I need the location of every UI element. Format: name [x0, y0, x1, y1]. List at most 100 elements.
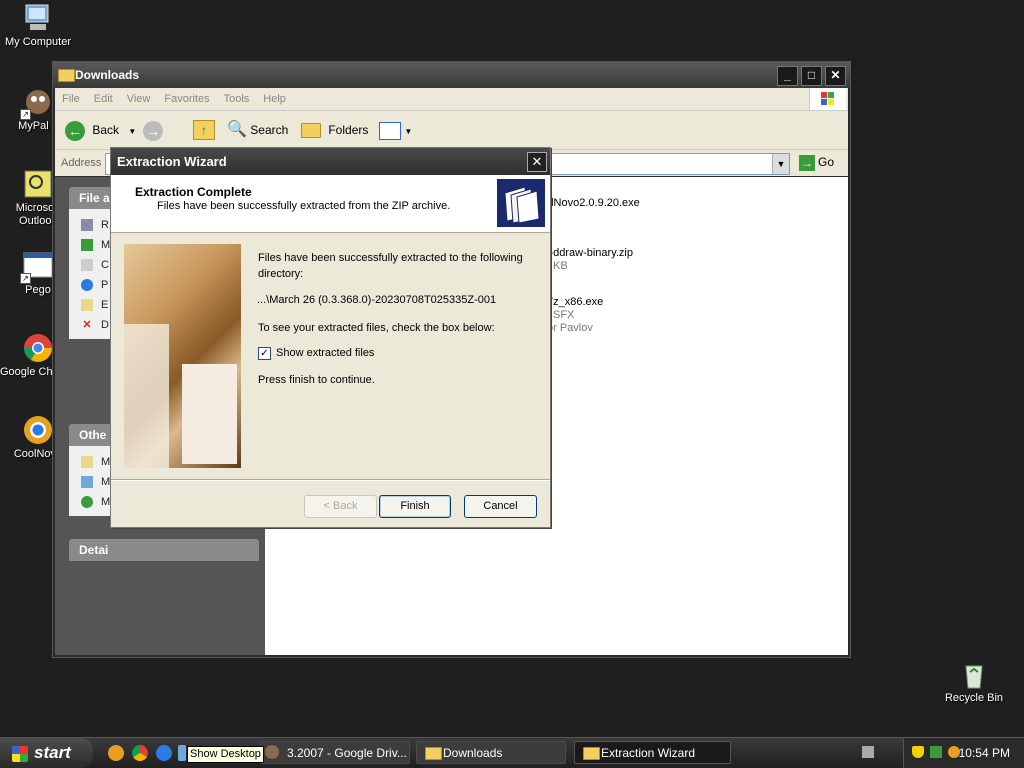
wizard-side-image: [124, 244, 241, 468]
desktop-icon-label: Recycle Bin: [944, 692, 1004, 704]
menu-file[interactable]: File: [55, 88, 87, 105]
windows-flag-icon: [12, 745, 28, 762]
address-dropdown-icon[interactable]: ▼: [772, 154, 789, 174]
chrome-icon: [22, 332, 54, 364]
explorer-title-bar[interactable]: Downloads _ □ ✕: [53, 62, 850, 88]
checkbox-label: Show extracted files: [276, 347, 375, 359]
folders-label: Folders: [328, 123, 369, 137]
outlook-icon: [22, 168, 54, 200]
menu-tools[interactable]: Tools: [217, 88, 257, 105]
desktop-icon-my-computer[interactable]: My Computer: [0, 2, 76, 49]
desktop-icon-label: My Computer: [4, 36, 72, 48]
go-button[interactable]: → Go: [798, 155, 834, 171]
folder-icon: [81, 456, 93, 469]
network-icon[interactable]: [930, 746, 942, 758]
folder-icon: [583, 747, 600, 760]
windows-logo-icon: [809, 88, 846, 110]
back-label: Back: [92, 123, 120, 137]
show-desktop-icon[interactable]: [178, 745, 186, 761]
extraction-wizard-dialog: Extraction Wizard ✕ Extraction Complete …: [110, 147, 551, 528]
task-label: 3.2007 - Google Driv...: [287, 746, 407, 760]
task-label: Extraction Wizard: [601, 746, 696, 760]
menu-bar: File Edit View Favorites Tools Help: [55, 88, 848, 111]
zip-folder-icon: [497, 179, 545, 227]
mypal-icon: [265, 745, 279, 759]
search-icon: 🔍: [227, 121, 247, 138]
up-folder-icon: ↑: [193, 120, 215, 140]
checkbox-checked-icon[interactable]: ✓: [258, 346, 271, 360]
clock[interactable]: 10:54 PM: [959, 746, 1010, 760]
desktop-icon-recycle-bin[interactable]: Recycle Bin: [936, 658, 1012, 705]
cancel-button[interactable]: Cancel: [464, 495, 537, 518]
chrome-quicklaunch-icon[interactable]: [132, 745, 148, 761]
file-name: olNovo2.0.9.20.exe: [545, 197, 640, 209]
folders-button[interactable]: Folders: [301, 119, 368, 141]
back-button[interactable]: < Back: [304, 495, 377, 518]
my-computer-icon: [22, 2, 54, 34]
go-label: Go: [817, 155, 834, 170]
maximize-button[interactable]: □: [801, 66, 822, 86]
file-name: l-ddraw-binary.zip: [547, 247, 633, 259]
file-size: KB: [553, 260, 568, 272]
finish-button[interactable]: Finish: [379, 495, 451, 518]
show-extracted-files-checkbox[interactable]: ✓ Show extracted files: [258, 345, 374, 361]
file-type: SFX: [553, 309, 575, 321]
start-button[interactable]: start: [0, 738, 93, 768]
taskbar-item-google-drive[interactable]: 3.2007 - Google Driv...: [260, 741, 410, 764]
show-desktop-tooltip: Show Desktop: [187, 746, 264, 763]
explorer-title: Downloads: [75, 68, 140, 82]
wizard-separator: [111, 479, 550, 481]
menu-view[interactable]: View: [120, 88, 158, 105]
menu-edit[interactable]: Edit: [87, 88, 120, 105]
internet-explorer-icon[interactable]: [156, 745, 172, 761]
back-button[interactable]: ← Back ▼: [65, 119, 136, 141]
toolbar: ← Back ▼ → ↑ 🔍 Search Folders ▼: [55, 111, 848, 150]
forward-arrow-icon: →: [143, 120, 163, 141]
file-company: or Pavlov: [547, 322, 593, 334]
go-arrow-icon: →: [798, 155, 815, 171]
details-header[interactable]: Detai: [69, 539, 259, 561]
close-button[interactable]: ✕: [825, 66, 846, 86]
taskbar-item-downloads[interactable]: Downloads: [416, 741, 566, 764]
file-name: 7z_x86.exe: [547, 296, 604, 308]
chevron-down-icon: ▼: [404, 127, 413, 136]
copy-icon: [81, 259, 93, 272]
up-folder-button[interactable]: ↑: [193, 119, 215, 141]
network-icon: [81, 496, 93, 509]
menu-help[interactable]: Help: [256, 88, 293, 105]
keyboard-icon[interactable]: [862, 746, 874, 758]
taskbar-item-extraction-wizard[interactable]: Extraction Wizard: [574, 741, 731, 764]
pego-icon: ↗: [20, 250, 54, 284]
details-box: Detai: [69, 539, 259, 561]
wizard-header-subtitle: Files have been successfully extracted f…: [157, 200, 451, 212]
chevron-down-icon: ▼: [128, 127, 137, 136]
search-button[interactable]: 🔍 Search: [227, 119, 288, 141]
rename-icon: [81, 219, 93, 232]
search-label: Search: [250, 123, 289, 137]
system-tray: 10:54 PM: [903, 738, 1024, 768]
minimize-button[interactable]: _: [777, 66, 798, 86]
coolnovo-quicklaunch-icon[interactable]: [108, 745, 124, 761]
coolnovo-icon: [22, 414, 54, 446]
shortcut-arrow-icon: ↗: [20, 273, 31, 284]
security-shield-icon[interactable]: [912, 746, 924, 758]
folder-icon: [58, 69, 75, 82]
close-button[interactable]: ✕: [527, 152, 547, 172]
file-item[interactable]: olNovo2.0.9.20.exe: [545, 197, 640, 210]
back-arrow-icon: ←: [65, 120, 85, 141]
recycle-bin-icon: [958, 658, 990, 690]
file-item[interactable]: 7z_x86.exe SFX or Pavlov: [547, 296, 603, 335]
menu-favorites[interactable]: Favorites: [157, 88, 216, 105]
wizard-message-line1: Files have been successfully extracted t…: [258, 252, 523, 264]
wizard-header-title: Extraction Complete: [135, 185, 252, 199]
email-icon: [81, 299, 93, 312]
forward-button[interactable]: →: [143, 119, 163, 141]
views-button[interactable]: ▼: [379, 119, 412, 141]
wizard-message-line2: directory:: [258, 268, 304, 280]
file-item[interactable]: l-ddraw-binary.zip KB: [547, 247, 633, 273]
my-computer-icon: [81, 476, 93, 489]
views-icon: [379, 121, 401, 140]
mypal-icon: ↗: [20, 86, 54, 120]
folder-icon: [425, 747, 442, 760]
wizard-title-bar[interactable]: Extraction Wizard ✕: [111, 148, 550, 175]
